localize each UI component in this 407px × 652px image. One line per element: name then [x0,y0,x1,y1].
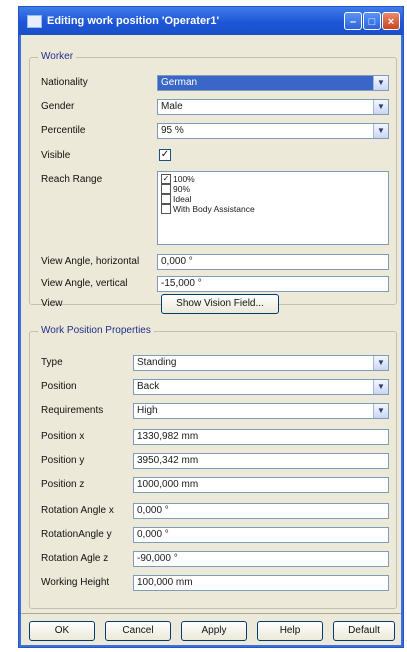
reach-range-item[interactable]: ✓ 100% [161,174,385,184]
reach-range-listbox[interactable]: ✓ 100% 90% Ideal With Body Assistance [157,171,389,245]
reach-range-item[interactable]: 90% [161,184,385,194]
work-position-group-title: Work Position Properties [38,325,154,336]
percentile-select[interactable]: 95 % ▼ [157,123,389,139]
rotation-angle-y-label: RotationAngle y [41,529,112,540]
rotation-angle-z-input[interactable]: -90,000 ° [133,551,389,567]
reach-range-item[interactable]: Ideal [161,194,385,204]
requirements-select[interactable]: High ▼ [133,403,389,419]
position-select[interactable]: Back ▼ [133,379,389,395]
position-x-label: Position x [41,431,85,442]
reach-range-item[interactable]: With Body Assistance [161,204,385,214]
type-select[interactable]: Standing ▼ [133,355,389,371]
visible-checkbox[interactable]: ✓ [159,149,171,161]
position-value: Back [137,381,160,392]
reach-range-checkbox[interactable] [161,204,171,214]
apply-button[interactable]: Apply [181,621,247,641]
rotation-angle-z-label: Rotation Agle z [41,553,109,564]
rotation-angle-x-input[interactable]: 0,000 ° [133,503,389,519]
view-angle-horizontal-input[interactable]: 0,000 ° [157,254,389,270]
worker-group-title: Worker [38,51,77,62]
rotation-angle-x-label: Rotation Angle x [41,505,114,516]
reach-range-checkbox[interactable] [161,184,171,194]
position-x-input[interactable]: 1330,982 mm [133,429,389,445]
dialog-window: Editing work position 'Operater1' – □ × … [18,6,404,648]
rotation-angle-y-input[interactable]: 0,000 ° [133,527,389,543]
requirements-value: High [137,405,158,416]
view-angle-horizontal-label: View Angle, horizontal [41,256,140,267]
show-vision-field-button[interactable]: Show Vision Field... [161,294,279,314]
view-label: View [41,298,63,309]
position-label: Position [41,381,77,392]
nationality-select[interactable]: German ▼ [157,75,389,91]
type-label: Type [41,357,63,368]
window-title: Editing work position 'Operater1' [47,15,220,27]
reach-range-item-label: 100% [173,174,195,184]
position-y-label: Position y [41,455,85,466]
gender-value: Male [161,101,183,112]
position-z-label: Position z [41,479,85,490]
chevron-down-icon[interactable]: ▼ [373,76,388,90]
title-bar[interactable]: Editing work position 'Operater1' – □ × [19,7,403,35]
percentile-value: 95 % [161,125,184,136]
close-icon[interactable]: × [382,12,400,30]
app-icon [27,15,42,28]
chevron-down-icon[interactable]: ▼ [373,404,388,418]
working-height-label: Working Height [41,577,110,588]
chevron-down-icon[interactable]: ▼ [373,356,388,370]
gender-select[interactable]: Male ▼ [157,99,389,115]
minimize-icon[interactable]: – [344,12,362,30]
nationality-value: German [158,76,388,90]
percentile-label: Percentile [41,125,86,136]
cancel-button[interactable]: Cancel [105,621,171,641]
visible-label: Visible [41,150,71,161]
reach-range-checkbox[interactable]: ✓ [161,174,171,184]
reach-range-item-label: With Body Assistance [173,204,255,214]
chevron-down-icon[interactable]: ▼ [373,124,388,138]
help-button[interactable]: Help [257,621,323,641]
position-z-input[interactable]: 1000,000 mm [133,477,389,493]
reach-range-item-label: Ideal [173,194,192,204]
position-y-input[interactable]: 3950,342 mm [133,453,389,469]
reach-range-checkbox[interactable] [161,194,171,204]
ok-button[interactable]: OK [29,621,95,641]
gender-label: Gender [41,101,75,112]
reach-range-label: Reach Range [41,174,103,185]
nationality-label: Nationality [41,77,88,88]
default-button[interactable]: Default [333,621,395,641]
divider [21,613,401,614]
working-height-input[interactable]: 100,000 mm [133,575,389,591]
work-position-group: Work Position Properties [29,325,397,609]
chevron-down-icon[interactable]: ▼ [373,100,388,114]
view-angle-vertical-label: View Angle, vertical [41,278,128,289]
requirements-label: Requirements [41,405,104,416]
reach-range-item-label: 90% [173,184,191,194]
view-angle-vertical-input[interactable]: -15,000 ° [157,276,389,292]
chevron-down-icon[interactable]: ▼ [373,380,388,394]
type-value: Standing [137,357,177,368]
maximize-icon[interactable]: □ [363,12,381,30]
